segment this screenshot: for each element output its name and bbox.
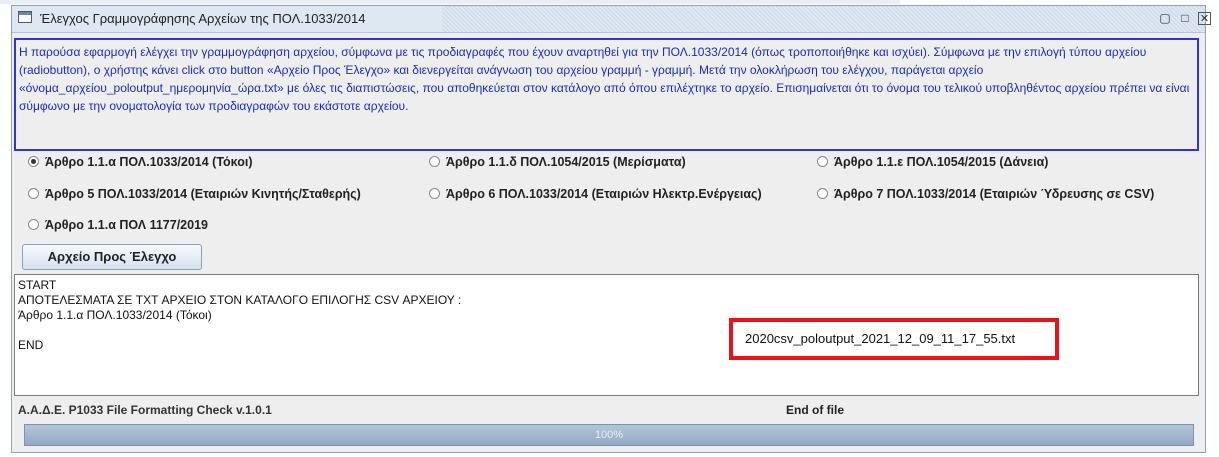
app-window: Έλεγχος Γραμμογράφησης Αρχείων της ΠΟΛ.1…: [11, 5, 1211, 453]
option-label: Άρθρο 1.1.α ΠΟΛ.1033/2014 (Τόκοι): [45, 155, 253, 169]
radio-icon[interactable]: [429, 156, 440, 167]
progress-bar: 100%: [24, 424, 1194, 446]
option-label: Άρθρο 5 ΠΟΛ.1033/2014 (Εταιριών Κινητής/…: [45, 187, 361, 201]
output-line: START: [18, 278, 57, 292]
option-7[interactable]: Άρθρο 1.1.α ΠΟΛ 1177/2019: [28, 218, 208, 232]
output-line: ΑΠΟΤΕΛΕΣΜΑΤΑ ΣΕ TXT ΑΡΧΕΙΟ ΣΤΟΝ ΚΑΤΑΛΟΓΟ…: [18, 293, 462, 307]
description-text: Η παρούσα εφαρμογή ελέγχει την γραμμογρά…: [19, 45, 1190, 113]
option-3[interactable]: Άρθρο 1.1.ε ΠΟΛ.1054/2015 (Δάνεια): [817, 155, 1048, 169]
status-text: End of file: [786, 403, 844, 417]
title-bar[interactable]: Έλεγχος Γραμμογράφησης Αρχείων της ΠΟΛ.1…: [12, 6, 1211, 33]
option-4[interactable]: Άρθρο 5 ΠΟΛ.1033/2014 (Εταιριών Κινητής/…: [28, 187, 361, 201]
option-label: Άρθρο 1.1.ε ΠΟΛ.1054/2015 (Δάνεια): [834, 155, 1049, 169]
option-1[interactable]: Άρθρο 1.1.α ΠΟΛ.1033/2014 (Τόκοι): [28, 155, 252, 169]
highlighted-filename: 2020csv_poloutput_2021_12_09_11_17_55.tx…: [729, 318, 1059, 360]
radio-icon[interactable]: [817, 156, 828, 167]
option-label: Άρθρο 1.1.δ ΠΟΛ.1054/2015 (Μερίσματα): [446, 155, 686, 169]
radio-icon[interactable]: [817, 188, 828, 199]
option-2[interactable]: Άρθρο 1.1.δ ΠΟΛ.1054/2015 (Μερίσματα): [429, 155, 686, 169]
option-label: Άρθρο 1.1.α ΠΟΛ 1177/2019: [45, 218, 208, 232]
progress-label: 100%: [594, 429, 624, 441]
output-area[interactable]: START ΑΠΟΤΕΛΕΣΜΑΤΑ ΣΕ TXT ΑΡΧΕΙΟ ΣΤΟΝ ΚΑ…: [14, 274, 1199, 396]
close-icon[interactable]: ✕: [1198, 12, 1211, 25]
option-5[interactable]: Άρθρο 6 ΠΟΛ.1033/2014 (Εταιριών Ηλεκτρ.Ε…: [429, 187, 762, 201]
radio-icon[interactable]: [28, 219, 39, 230]
window-icon: [18, 11, 32, 23]
option-label: Άρθρο 6 ΠΟΛ.1033/2014 (Εταιριών Ηλεκτρ.Ε…: [446, 187, 762, 201]
check-file-button[interactable]: Αρχείο Προς Έλεγχο: [22, 244, 202, 270]
radio-icon[interactable]: [28, 188, 39, 199]
description-panel: Η παρούσα εφαρμογή ελέγχει την γραμμογρά…: [14, 38, 1199, 151]
radio-icon[interactable]: [429, 188, 440, 199]
radio-selected-icon[interactable]: [28, 156, 39, 167]
minimize-icon[interactable]: ▢: [1158, 11, 1172, 25]
window-title: Έλεγχος Γραμμογράφησης Αρχείων της ΠΟΛ.1…: [40, 11, 366, 26]
version-label: Α.Α.Δ.Ε. P1033 File Formatting Check v.1…: [18, 403, 272, 417]
maximize-icon[interactable]: □: [1178, 11, 1192, 25]
option-label: Άρθρο 7 ΠΟΛ.1033/2014 (Εταιριών Ύδρευσης…: [834, 187, 1155, 201]
option-6[interactable]: Άρθρο 7 ΠΟΛ.1033/2014 (Εταιριών Ύδρευσης…: [817, 187, 1154, 201]
